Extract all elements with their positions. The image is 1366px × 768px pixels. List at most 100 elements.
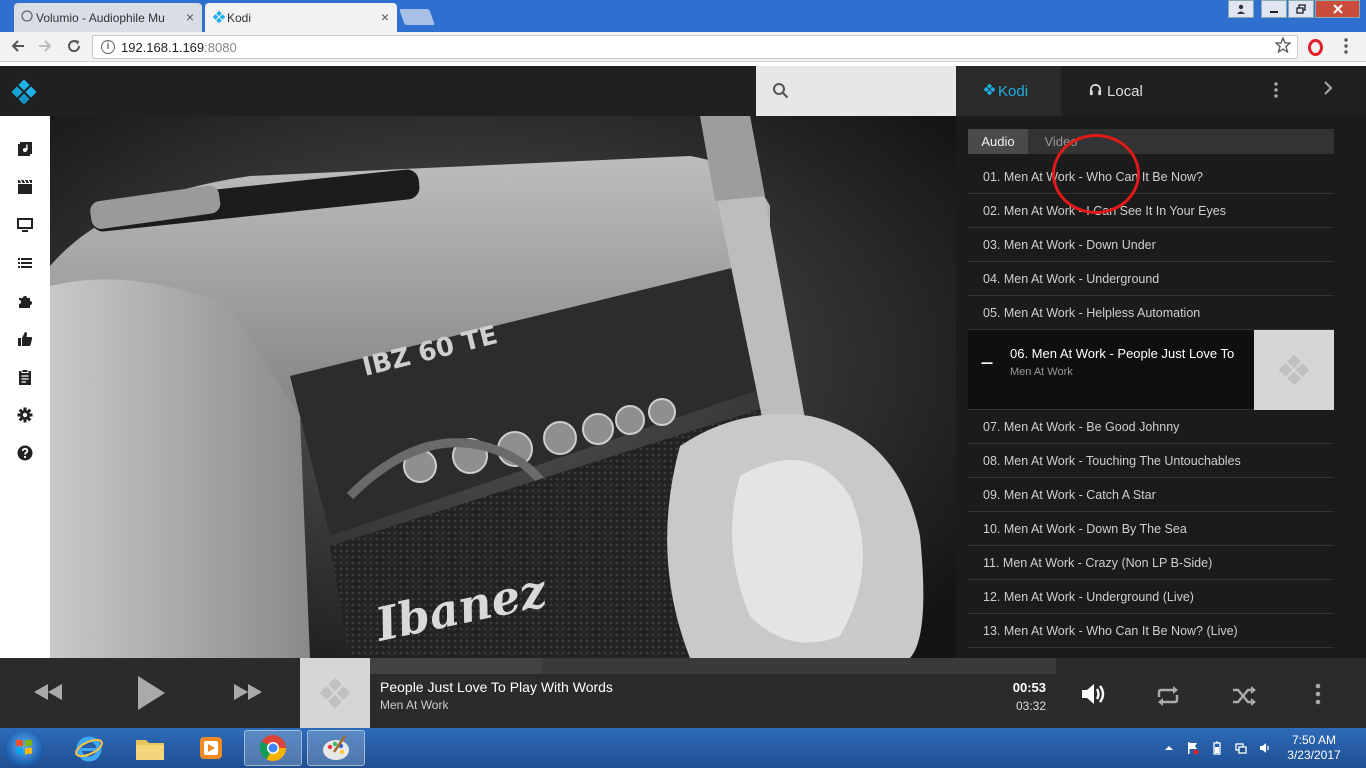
taskbar-paint[interactable] [307,730,365,766]
tab-audio[interactable]: Audio [968,129,1028,154]
windows-logo-icon [16,739,32,755]
repeat-icon[interactable] [1155,685,1181,707]
reload-button[interactable] [66,38,82,54]
url-port: :8080 [204,39,237,55]
progress-fill [370,658,542,674]
taskbar-file-explorer[interactable] [121,730,179,766]
playlist: 01. Men At Work - Who Can It Be Now? 02. … [968,160,1334,648]
opera-extension-icon[interactable] [1308,39,1323,56]
media-player-icon [200,737,222,759]
current-track-artist: Men At Work [1010,366,1073,378]
battery-icon[interactable] [1211,741,1223,755]
shuffle-icon[interactable] [1231,685,1257,707]
folder-icon [136,740,164,760]
info-icon[interactable]: i [101,40,115,54]
restore-button[interactable] [1288,0,1314,18]
globe-icon [21,10,33,22]
forward-button[interactable] [37,38,53,54]
action-center-flag-icon[interactable] [1187,741,1199,755]
tab-kodi-browser[interactable]: Kodi × [205,3,397,32]
taskbar-internet-explorer[interactable] [60,730,118,766]
panel-menu-icon[interactable] [1274,82,1278,98]
bookmark-star-icon[interactable] [1275,37,1291,53]
volume-icon[interactable] [1080,682,1108,706]
settings-icon[interactable] [17,407,33,423]
progress-bar[interactable] [370,658,1056,674]
arrow-right-icon [39,40,52,52]
panel-header: Kodi Local [956,66,1366,116]
search-input[interactable] [756,66,956,116]
playlist-item[interactable]: 11. Men At Work - Crazy (Non LP B-Side) [968,546,1334,580]
url-input[interactable]: i 192.168.1.169:8080 [92,35,1298,59]
close-icon [1332,4,1343,14]
speaker-icon[interactable] [1259,741,1271,755]
tv-icon[interactable] [17,217,33,233]
start-button[interactable] [4,730,44,766]
playlist-item[interactable]: 07. Men At Work - Be Good Johnny [968,410,1334,444]
search-icon[interactable] [772,82,789,99]
restore-icon [1296,4,1306,14]
kodi-icon [983,83,996,96]
close-window-button[interactable] [1315,0,1360,18]
kodi-placeholder-icon [319,677,351,709]
playlist-item[interactable]: 08. Men At Work - Touching The Untouchab… [968,444,1334,478]
tab-volumio[interactable]: Volumio - Audiophile Mu × [14,3,202,32]
playlist-item[interactable]: 10. Men At Work - Down By The Sea [968,512,1334,546]
tab-title: Kodi [227,10,252,25]
playlist-item[interactable]: 09. Men At Work - Catch A Star [968,478,1334,512]
chrome-icon [259,735,287,762]
address-toolbar: i 192.168.1.169:8080 [0,32,1366,62]
tab-kodi-label: Kodi [998,82,1029,100]
music-library-icon[interactable] [17,141,33,157]
show-hidden-icons-icon[interactable] [1163,741,1175,755]
total-time: 03:32 [1015,699,1046,713]
profile-button[interactable] [1228,0,1254,18]
fast-forward-icon[interactable] [232,682,264,702]
playlist-panel: Kodi Local Audio Video 01. Men At Work -… [956,66,1366,658]
tab-kodi[interactable]: Kodi [956,66,1061,116]
close-tab-icon[interactable]: × [186,9,194,25]
new-tab-button[interactable] [399,9,435,25]
kodi-favicon-icon [212,10,226,24]
back-button[interactable] [10,38,26,54]
clock-time: 7:50 AM [1291,733,1337,747]
playlist-item[interactable]: 04. Men At Work - Underground [968,262,1334,296]
playlist-item[interactable]: 13. Men At Work - Who Can It Be Now? (Li… [968,614,1334,648]
movies-icon[interactable] [17,179,33,195]
list-icon[interactable] [17,255,33,271]
current-track-title: 06. Men At Work - People Just Love To Pl… [1010,346,1234,361]
close-tab-icon[interactable]: × [381,9,389,25]
tab-local[interactable]: Local [1061,66,1241,116]
help-icon[interactable] [17,445,33,461]
playlist-item[interactable]: 02. Men At Work - I Can See It In Your E… [968,194,1334,228]
more-options-icon[interactable] [1315,683,1321,705]
taskbar-media-player[interactable] [182,730,240,766]
internet-explorer-icon [75,736,103,762]
addons-icon[interactable] [17,293,33,309]
taskbar-chrome[interactable] [244,730,302,766]
kodi-web-interface: IBZ 60 TE Ibanez Kodi Local Audio Video … [0,66,1366,728]
network-icon[interactable] [1235,741,1247,755]
chevron-right-icon[interactable] [1323,80,1333,96]
thumbs-up-icon[interactable] [17,331,33,347]
minimize-button[interactable] [1261,0,1287,18]
playlist-item[interactable]: 03. Men At Work - Down Under [968,228,1334,262]
system-clock[interactable]: 7:50 AM 3/23/2017 [1284,733,1344,763]
rewind-icon[interactable] [32,682,64,702]
tab-title: Volumio - Audiophile Mu [36,10,165,25]
playlist-item[interactable]: 12. Men At Work - Underground (Live) [968,580,1334,614]
user-icon [1237,4,1245,14]
minimize-icon [1270,11,1278,13]
reload-icon [68,40,81,53]
playlist-item[interactable]: 05. Men At Work - Helpless Automation [968,296,1334,330]
kodi-header [0,66,956,116]
play-icon[interactable] [136,675,166,711]
now-playing-fanart: IBZ 60 TE Ibanez [50,116,956,658]
kodi-logo-icon[interactable] [10,78,38,106]
browser-tab-strip: Volumio - Audiophile Mu × Kodi × [0,0,1366,32]
playlist-item-current[interactable]: --- 06. Men At Work - People Just Love To… [968,330,1334,410]
clipboard-icon[interactable] [17,369,33,385]
playlist-item[interactable]: 01. Men At Work - Who Can It Be Now? [968,160,1334,194]
arrow-left-icon [11,40,24,52]
browser-menu-icon[interactable] [1344,38,1348,54]
